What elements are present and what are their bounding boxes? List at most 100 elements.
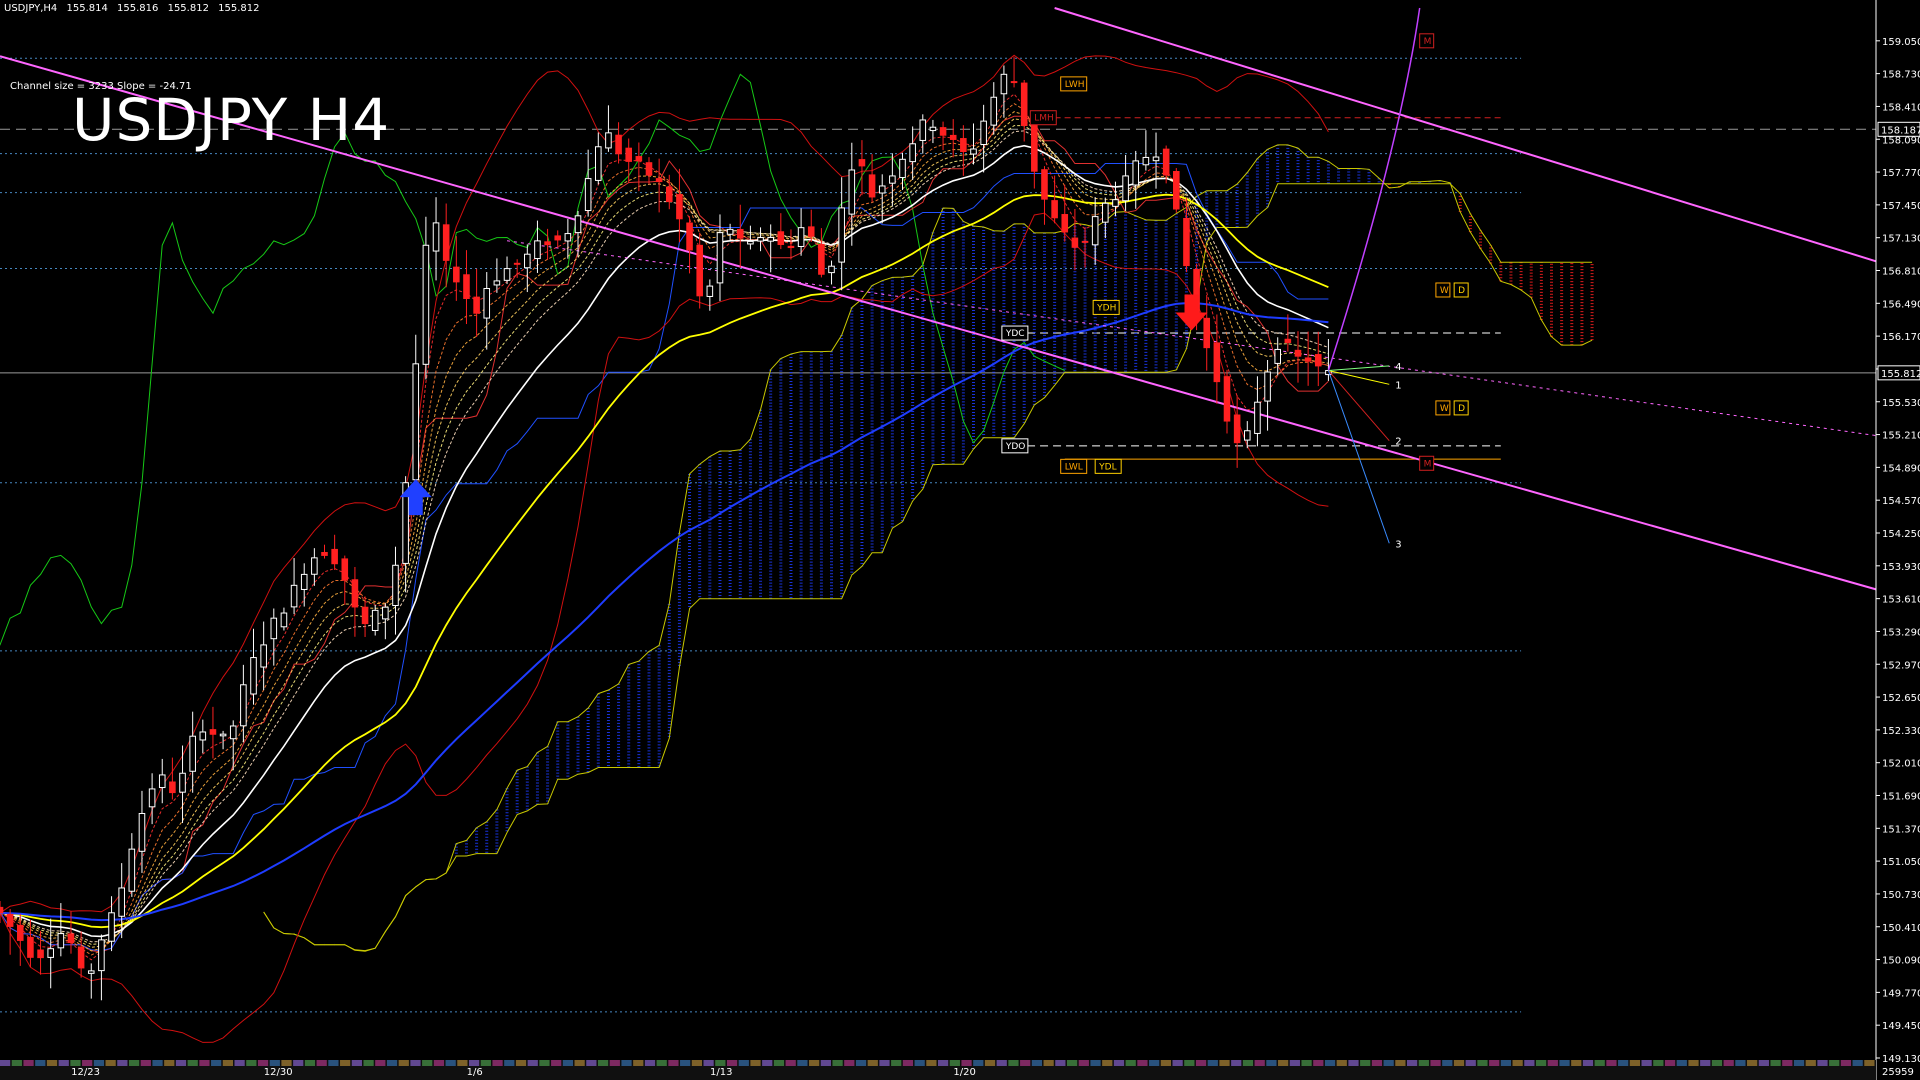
candle-body-42 (422, 244, 430, 365)
price-tick-label-12: 155.210 (1882, 431, 1920, 442)
tag-lwh-text: LWH (1065, 80, 1085, 90)
candle-body-11 (108, 912, 115, 942)
candle-body-38 (382, 606, 389, 620)
time-strip-tick-151 (1770, 1060, 1781, 1066)
time-strip-tick-52 (609, 1060, 620, 1066)
price-tick-label-13: 154.890 (1882, 463, 1920, 474)
price-tick-label-19: 152.970 (1882, 660, 1920, 671)
time-strip-tick-70 (820, 1060, 831, 1066)
candle-body-75 (757, 237, 764, 242)
time-tick-label-0: 12/23 (71, 1067, 100, 1078)
time-strip-tick-153 (1793, 1060, 1805, 1066)
candle-body-22 (219, 733, 227, 737)
price-tick-label-29: 149.770 (1882, 988, 1920, 999)
ohlc-low: 155.812 (167, 3, 209, 14)
price-tick-label-31: 149.130 (1882, 1054, 1920, 1065)
price-tick-label-14: 154.570 (1882, 496, 1920, 507)
time-strip-tick-19 (222, 1060, 233, 1066)
price-tick-label-25: 151.050 (1882, 857, 1920, 868)
time-strip-tick-150 (1758, 1060, 1769, 1066)
candle-body-45 (453, 266, 460, 283)
time-strip-tick-35 (410, 1060, 421, 1066)
tag-ydl-text: YDL (1098, 462, 1116, 472)
time-strip-tick-157 (1840, 1060, 1852, 1066)
time-strip-tick-41 (480, 1060, 491, 1066)
time-strip-tick-66 (773, 1060, 785, 1066)
candle-body-113 (1142, 156, 1150, 166)
time-strip-tick-137 (1606, 1060, 1617, 1066)
time-strip-tick-26 (304, 1060, 316, 1066)
candle-body-2 (16, 924, 24, 941)
time-strip-tick-145 (1700, 1060, 1711, 1066)
candle-body-6 (57, 933, 65, 949)
candle-body-67 (676, 194, 683, 220)
time-strip-tick-138 (1618, 1060, 1629, 1066)
ohlc-close: 155.812 (218, 3, 260, 14)
candle-body-28 (280, 612, 288, 628)
candle-body-117 (1183, 217, 1190, 267)
candle-body-24 (240, 684, 247, 727)
time-strip-tick-44 (515, 1060, 527, 1066)
time-strip-tick-23 (269, 1060, 280, 1066)
candle-body-10 (98, 939, 105, 972)
candle-body-1 (6, 913, 14, 927)
candle-body-119 (1203, 317, 1211, 349)
candle-body-17 (169, 781, 176, 794)
candle-body-21 (209, 729, 217, 735)
time-strip-tick-119 (1395, 1060, 1406, 1066)
candle-body-43 (432, 222, 440, 252)
time-tick-label-3: 1/13 (710, 1067, 732, 1078)
candle-body-91 (919, 119, 927, 141)
candle-body-79 (797, 227, 805, 247)
price-chart[interactable]: 1234YDCYDHYDOLWL YDLLWHLMHW DW DMM 159.0501… (0, 0, 1920, 1080)
price-tick-label-16: 153.930 (1882, 562, 1920, 573)
volume-label: 25959 (1882, 1067, 1914, 1078)
tag-monthly-high-text: M (1424, 37, 1432, 47)
time-strip-tick-87 (1020, 1060, 1031, 1066)
candle-body-89 (899, 158, 906, 179)
time-strip-tick-55 (644, 1060, 656, 1066)
candle-body-53 (534, 240, 541, 260)
time-strip-tick-48 (562, 1060, 574, 1066)
time-strip-tick-111 (1301, 1060, 1312, 1066)
time-strip-tick-89 (1043, 1060, 1054, 1066)
candle-body-105 (1061, 214, 1069, 233)
candle-body-111 (1122, 175, 1129, 202)
time-strip-tick-45 (527, 1060, 538, 1066)
time-strip-tick-133 (1559, 1060, 1570, 1066)
bid-price-box-label: 155.812 (1881, 369, 1920, 380)
time-strip-tick-148 (1735, 1060, 1746, 1066)
candle-body-87 (878, 185, 886, 194)
projection-label-4: 4 (1395, 362, 1401, 373)
time-strip-tick-121 (1418, 1060, 1429, 1066)
time-strip-tick-118 (1383, 1060, 1394, 1066)
time-strip-tick-143 (1676, 1060, 1687, 1066)
candle-body-73 (736, 228, 744, 239)
time-strip-tick-154 (1805, 1060, 1816, 1066)
time-strip-tick-126 (1477, 1060, 1488, 1066)
time-strip-tick-93 (1090, 1060, 1101, 1066)
time-strip-tick-104 (1219, 1060, 1230, 1066)
candle-body-56 (564, 233, 572, 242)
candle-body-3 (27, 936, 34, 958)
time-strip-tick-29 (340, 1060, 351, 1066)
price-tick-label-2: 158.410 (1882, 102, 1920, 113)
candle-body-107 (1081, 240, 1089, 243)
candle-body-14 (138, 812, 146, 852)
candle-body-94 (949, 134, 957, 140)
candle-body-102 (1031, 119, 1038, 172)
price-tick-label-5: 157.450 (1882, 201, 1920, 212)
price-tick-label-9: 156.170 (1882, 332, 1920, 343)
candle-body-64 (645, 162, 653, 176)
candle-body-26 (260, 644, 267, 668)
time-strip-tick-34 (398, 1060, 409, 1066)
candle-body-16 (158, 774, 166, 789)
time-strip-tick-140 (1641, 1060, 1652, 1066)
candle-body-62 (625, 147, 633, 162)
time-strip-tick-76 (891, 1060, 902, 1066)
candle-body-93 (939, 127, 947, 136)
price-tick-label-4: 157.770 (1882, 168, 1920, 179)
time-strip-tick-3 (35, 1060, 46, 1066)
time-strip-tick-58 (680, 1060, 691, 1066)
time-strip-tick-131 (1535, 1060, 1547, 1066)
